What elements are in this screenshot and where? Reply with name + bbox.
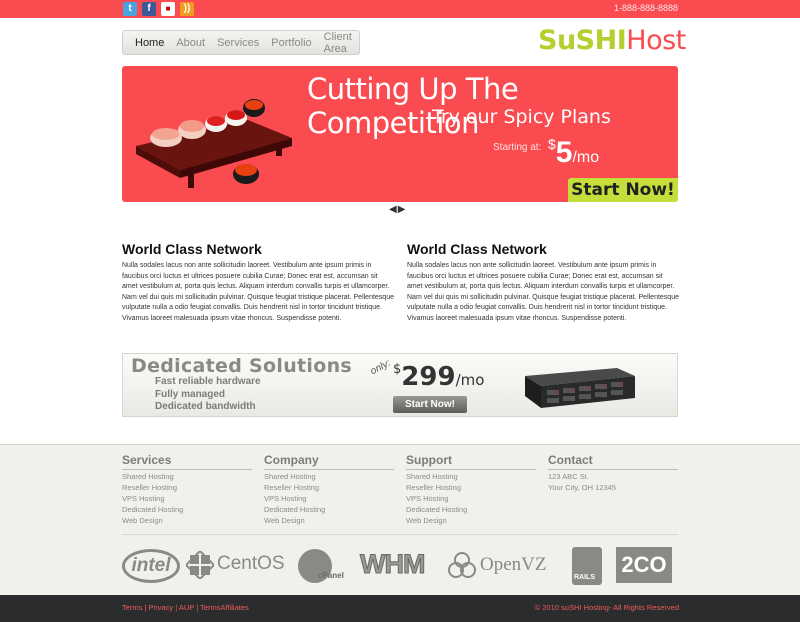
column-title: World Class Network — [122, 241, 262, 257]
logo-part-host: Host — [626, 25, 686, 56]
sushi-image — [136, 99, 292, 188]
rss-icon[interactable]: )) — [180, 2, 194, 16]
content-column-right: World Class Network Nulla sodales lacus … — [407, 241, 679, 325]
footer-column-company: Company Shared Hosting Reseller Hosting … — [264, 453, 394, 527]
dedicated-only-label: only: — [368, 357, 393, 378]
footer-link[interactable]: Shared Hosting — [406, 472, 536, 483]
terms-link[interactable]: Terms — [122, 603, 142, 612]
openvz-icon — [448, 551, 476, 579]
2co-logo: 2CO — [616, 547, 672, 583]
footer-column-title: Services — [122, 453, 252, 470]
dedicated-features: Fast reliable hardware Fully managed Ded… — [155, 376, 261, 414]
footer-column-support: Support Shared Hosting Reseller Hosting … — [406, 453, 536, 527]
social-icons: t f ■ )) — [123, 2, 194, 16]
footer: Services Shared Hosting Reseller Hosting… — [0, 444, 800, 595]
slider-arrows[interactable]: ◀▶ — [389, 204, 406, 215]
contact-address: 123 ABC St. — [548, 472, 589, 481]
rails-logo: RAILS — [574, 574, 595, 581]
server-image — [525, 368, 635, 408]
dedicated-banner: Dedicated Solutions Fast reliable hardwa… — [122, 353, 678, 417]
footer-link[interactable]: Shared Hosting — [122, 472, 252, 483]
delicious-icon[interactable]: ■ — [161, 2, 175, 16]
privacy-link[interactable]: Privacy — [149, 603, 174, 612]
nav-portfolio[interactable]: Portfolio — [271, 37, 311, 49]
twitter-icon[interactable]: t — [123, 2, 137, 16]
footer-link[interactable]: Reseller Hosting — [122, 483, 252, 494]
slider-currency: $ — [548, 136, 556, 152]
nav-about[interactable]: About — [176, 37, 205, 49]
slider-price-period: /mo — [572, 149, 600, 166]
whm-logo: WHM — [359, 549, 425, 580]
contact-city: Your City, OH 12345 — [548, 482, 616, 492]
column-body: Nulla sodales lacus non ante sollicitudi… — [407, 262, 679, 322]
hero-slider: Cutting Up The Competition Try our Spicy… — [122, 66, 678, 202]
content-column-left: World Class Network Nulla sodales lacus … — [122, 241, 394, 325]
aup-link[interactable]: AUP — [179, 603, 194, 612]
footer-link[interactable]: Dedicated Hosting — [122, 505, 252, 516]
bottom-links: Terms | Privacy | AUP | TermsAffiliates — [122, 603, 249, 612]
dedicated-title: Dedicated Solutions — [131, 355, 352, 377]
slider-subheadline: Try our Spicy Plans — [432, 106, 611, 128]
slider-starting-at: Starting at: — [493, 142, 542, 153]
footer-divider — [122, 534, 678, 535]
footer-link[interactable]: Web Design — [122, 516, 252, 527]
footer-link[interactable]: Reseller Hosting — [264, 483, 394, 494]
dedicated-price-value: 299 — [401, 362, 456, 392]
copyright: © 2010 suSHI Hosting- All Rights Reserve… — [534, 603, 679, 612]
dedicated-feature: Fully managed — [155, 388, 226, 400]
footer-link[interactable]: VPS Hosting — [406, 494, 536, 505]
nav-home[interactable]: Home — [135, 37, 164, 49]
footer-column-title: Company — [264, 453, 394, 470]
top-bar: t f ■ )) 1-888-888-8888 — [0, 0, 800, 18]
nav-services[interactable]: Services — [217, 37, 259, 49]
footer-column-title: Contact — [548, 453, 678, 470]
main-nav: Home About Services Portfolio Client Are… — [122, 30, 360, 55]
footer-link[interactable]: Web Design — [264, 516, 394, 527]
openvz-logo: OpenVZ — [480, 554, 547, 575]
partner-logos: intel CentOS cPanel WHM OpenVZ RAILS 2CO — [122, 543, 678, 585]
slider-price-value: 5 — [555, 136, 573, 169]
bottom-bar: Terms | Privacy | AUP | TermsAffiliates … — [0, 595, 800, 622]
footer-link[interactable]: Dedicated Hosting — [264, 505, 394, 516]
column-body: Nulla sodales lacus non ante sollicitudi… — [122, 262, 394, 322]
dedicated-start-now-button[interactable]: Start Now! — [393, 396, 467, 413]
footer-link[interactable]: Dedicated Hosting — [406, 505, 536, 516]
footer-link[interactable]: VPS Hosting — [122, 494, 252, 505]
slider-price: $5/mo — [548, 136, 599, 170]
next-arrow-icon[interactable]: ▶ — [398, 204, 407, 215]
dedicated-feature: Dedicated bandwidth — [155, 401, 256, 413]
footer-link[interactable]: VPS Hosting — [264, 494, 394, 505]
footer-column-contact: Contact 123 ABC St. Your City, OH 12345 — [548, 453, 678, 494]
nav-client-area[interactable]: Client Area — [324, 31, 359, 55]
centos-icon — [184, 549, 216, 581]
slider-start-now-button[interactable]: Start Now! — [568, 178, 678, 202]
terms-affiliates-link[interactable]: TermsAffiliates — [200, 603, 249, 612]
logo-part-sushi: SuSHI — [538, 25, 627, 56]
cpanel-logo: cPanel — [318, 571, 344, 580]
dedicated-feature: Fast reliable hardware — [155, 376, 261, 387]
site-logo[interactable]: SuSHIHost — [538, 25, 686, 56]
facebook-icon[interactable]: f — [142, 2, 156, 16]
footer-link[interactable]: Reseller Hosting — [406, 483, 536, 494]
prev-arrow-icon[interactable]: ◀ — [389, 204, 398, 215]
dedicated-price-period: /mo — [455, 371, 485, 389]
phone-number: 1-888-888-8888 — [613, 3, 678, 13]
footer-link[interactable]: Web Design — [406, 516, 536, 527]
footer-column-services: Services Shared Hosting Reseller Hosting… — [122, 453, 252, 527]
centos-logo: CentOS — [217, 553, 285, 574]
column-title: World Class Network — [407, 241, 547, 257]
footer-column-title: Support — [406, 453, 536, 470]
intel-logo: intel — [122, 549, 180, 583]
dedicated-price: $299/mo — [393, 362, 484, 392]
footer-link[interactable]: Shared Hosting — [264, 472, 394, 483]
